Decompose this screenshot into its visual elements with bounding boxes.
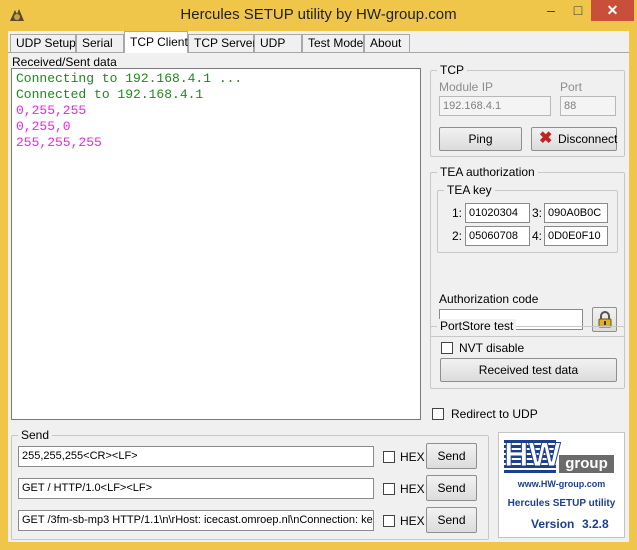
send-group-title: Send [18, 428, 53, 442]
hex-checkbox-1[interactable] [383, 451, 395, 463]
hw-group-logo: HW group www.HW-group.com Hercules SETUP… [498, 432, 625, 538]
port-label: Port [560, 80, 583, 94]
send-group: Send 255,255,255<CR><LF> HEX Send GET / … [11, 428, 489, 540]
tea-key-title: TEA key [444, 183, 495, 197]
tea-key-group: TEA key 1: 01020304 2: 05060708 3: 090A0… [437, 183, 618, 253]
tea-key4-field[interactable]: 0D0E0F10 [544, 226, 608, 246]
received-line: 255,255,255 [16, 135, 102, 150]
hw-version-number: 3.2.8 [582, 517, 609, 531]
port-field[interactable]: 88 [560, 96, 616, 116]
hw-logo-url: www.HW-group.com [517, 479, 606, 489]
hex-label-2: HEX [400, 482, 425, 496]
received-line: Connecting to 192.168.4.1 ... [16, 71, 243, 86]
tea-key2-field[interactable]: 05060708 [465, 226, 530, 246]
close-button[interactable]: ✕ [591, 0, 634, 21]
module-ip-field[interactable]: 192.168.4.1 [439, 96, 551, 116]
tea-key3-field[interactable]: 090A0B0C [544, 203, 608, 223]
hex-checkbox-2[interactable] [383, 483, 395, 495]
tab-test-mode[interactable]: Test Mode [302, 34, 364, 52]
disconnect-label: Disconnect [558, 132, 618, 146]
send-button-2[interactable]: Send [426, 475, 477, 501]
minimize-button[interactable]: – [537, 0, 565, 21]
tab-bar: UDP Setup Serial TCP Client TCP Server U… [8, 31, 629, 53]
tab-udp-setup[interactable]: UDP Setup [10, 34, 76, 52]
received-line: 0,255,255 [16, 103, 87, 118]
tcp-group-title: TCP [437, 63, 467, 77]
received-data-area[interactable]: Connecting to 192.168.4.1 ... Connected … [11, 68, 421, 420]
ping-button[interactable]: Ping [439, 127, 522, 151]
hex-label-3: HEX [400, 514, 425, 528]
redirect-to-udp-checkbox[interactable] [432, 408, 444, 420]
tcp-group: TCP Module IP 192.168.4.1 Port 88 Ping ✖… [430, 63, 625, 157]
app-window: Hercules SETUP utility by HW-group.com –… [0, 0, 637, 550]
tab-divider [8, 52, 629, 53]
tea-key1-number: 1: [452, 206, 463, 220]
tea-key1-field[interactable]: 01020304 [465, 203, 530, 223]
hex-checkbox-3[interactable] [383, 515, 395, 527]
tea-key4-number: 4: [532, 229, 543, 243]
nvt-disable-label: NVT disable [459, 341, 525, 355]
tab-tcp-server[interactable]: TCP Server [188, 34, 256, 52]
hw-logo-text: HW [504, 436, 562, 475]
received-data-label: Received/Sent data [12, 55, 117, 69]
tab-udp[interactable]: UDP [254, 34, 302, 52]
redirect-to-udp-label: Redirect to UDP [451, 407, 538, 421]
received-line: 0,255,0 [16, 119, 71, 134]
send-button-1[interactable]: Send [426, 443, 477, 469]
nvt-disable-checkbox[interactable] [441, 342, 453, 354]
hex-label-1: HEX [400, 450, 425, 464]
send-field-1[interactable]: 255,255,255<CR><LF> [18, 446, 374, 467]
title-bar[interactable]: Hercules SETUP utility by HW-group.com –… [0, 0, 637, 31]
hw-product-name: Hercules SETUP utility [507, 498, 616, 509]
portstore-test-group: PortStore test NVT disable Received test… [430, 319, 625, 389]
tab-serial[interactable]: Serial [76, 34, 124, 52]
tab-tcp-client[interactable]: TCP Client [124, 31, 188, 53]
send-field-2[interactable]: GET / HTTP/1.0<LF><LF> [18, 478, 374, 499]
module-ip-label: Module IP [439, 80, 494, 94]
maximize-button[interactable]: □ [565, 0, 591, 21]
tea-authorization-group: TEA authorization TEA key 1: 01020304 2:… [430, 165, 625, 337]
disconnect-x-icon: ✖ [539, 130, 553, 147]
client-area: UDP Setup Serial TCP Client TCP Server U… [8, 31, 629, 542]
portstore-group-title: PortStore test [437, 319, 517, 333]
tea-group-title: TEA authorization [437, 165, 538, 179]
received-line: Connected to 192.168.4.1 [16, 87, 204, 102]
tab-about[interactable]: About [364, 34, 410, 52]
received-test-data-button[interactable]: Received test data [440, 358, 617, 382]
hw-group-badge: group [559, 455, 614, 473]
tea-key3-number: 3: [532, 206, 543, 220]
hw-version-label: Version [531, 517, 575, 531]
tea-key2-number: 2: [452, 229, 463, 243]
disconnect-button[interactable]: ✖ Disconnect [531, 127, 617, 151]
send-button-3[interactable]: Send [426, 507, 477, 533]
authorization-code-label: Authorization code [439, 292, 539, 306]
send-field-3[interactable]: GET /3fm-sb-mp3 HTTP/1.1\n\rHost: icecas… [18, 510, 374, 531]
